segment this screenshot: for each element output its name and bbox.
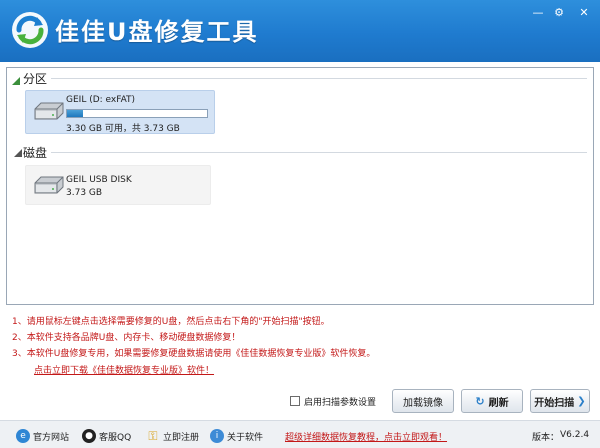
about-link[interactable]: i 关于软件 — [210, 428, 263, 444]
about-label: 关于软件 — [227, 432, 264, 443]
section-divider — [51, 152, 587, 153]
disk-section-label: 磁盘 — [23, 146, 48, 160]
partition-size: 3.30 GB 可用，共 3.73 GB — [66, 124, 180, 134]
official-site-label: 官方网站 — [33, 432, 70, 443]
refresh-button[interactable]: ↻ 刷新 — [461, 389, 523, 413]
settings-icon[interactable]: ⚙ — [551, 6, 567, 20]
tip-line: 2、本软件支持各品牌U盘、内存卡、移动硬盘数据修复！ — [12, 333, 241, 343]
load-mirror-label: 加载镜像 — [403, 397, 443, 409]
close-button[interactable]: ✕ — [576, 6, 592, 20]
tutorial-promo-link[interactable]: 超级详细数据恢复教程，点击立即观看！ — [285, 430, 447, 443]
register-link[interactable]: ⚿ 立即注册 — [146, 428, 199, 444]
download-pro-link[interactable]: 点击立即下载《佳佳数据恢复专业版》软件！ — [34, 363, 214, 376]
disk-card[interactable]: GEIL USB DISK 3.73 GB — [25, 165, 211, 205]
service-qq-link[interactable]: ● 客服QQ — [82, 428, 131, 444]
partition-name: GEIL (D: exFAT) — [66, 95, 136, 105]
disk-name: GEIL USB DISK — [66, 175, 132, 185]
checkbox-box[interactable] — [290, 396, 300, 406]
qq-penguin-icon: ● — [82, 429, 96, 443]
usage-bar — [66, 109, 208, 118]
tip-line: 1、请用鼠标左键点击选择需要修复的U盘，然后点击右下角的"开始扫描"按钮。 — [12, 317, 330, 327]
section-divider — [51, 78, 587, 79]
tip-line: 3、本软件U盘修复专用，如果需要修复硬盘数据请使用《佳佳数据恢复专业版》软件恢复… — [12, 349, 376, 359]
start-scan-label: 开始扫描 — [534, 397, 575, 409]
partition-card-selected[interactable]: GEIL (D: exFAT) 3.30 GB 可用，共 3.73 GB — [25, 90, 215, 134]
info-icon: i — [210, 429, 224, 443]
version-number: V6.2.4 — [560, 430, 590, 440]
disk-size: 3.73 GB — [66, 188, 103, 198]
key-icon: ⚿ — [148, 428, 158, 443]
service-qq-label: 客服QQ — [99, 432, 132, 443]
chevron-right-icon: ❯ — [577, 395, 586, 407]
app-title: 佳佳U盘修复工具 — [55, 18, 259, 46]
collapse-arrow-icon[interactable] — [14, 149, 22, 157]
refresh-label: 刷新 — [488, 397, 509, 409]
drive-icon — [34, 176, 64, 194]
version-label: 版本： — [532, 433, 560, 443]
minimize-button[interactable]: — — [530, 6, 546, 20]
register-label: 立即注册 — [163, 432, 200, 443]
drive-icon — [34, 102, 64, 120]
refresh-icon: ↻ — [475, 394, 485, 408]
partition-section-label: 分区 — [23, 72, 48, 86]
start-scan-button[interactable]: 开始扫描 ❯ — [530, 389, 590, 413]
globe-icon: e — [16, 429, 30, 443]
usage-bar-fill — [67, 110, 84, 117]
scan-params-checkbox[interactable]: 启用扫描参数设置 — [290, 393, 376, 409]
scan-params-label: 启用扫描参数设置 — [304, 397, 377, 408]
title-bar: 佳佳U盘修复工具 — ⚙ ✕ — [0, 0, 600, 62]
device-panel: 分区 GEIL (D: exFAT) 3.30 GB 可用，共 3.73 GB … — [6, 67, 594, 305]
footer-bar: e 官方网站 ● 客服QQ ⚿ 立即注册 i 关于软件 超级详细数据恢复教程，点… — [0, 420, 600, 448]
official-site-link[interactable]: e 官方网站 — [16, 428, 69, 444]
app-logo-icon — [12, 12, 48, 48]
expand-arrow-icon[interactable] — [12, 77, 20, 85]
load-mirror-button[interactable]: 加载镜像 — [392, 389, 454, 413]
